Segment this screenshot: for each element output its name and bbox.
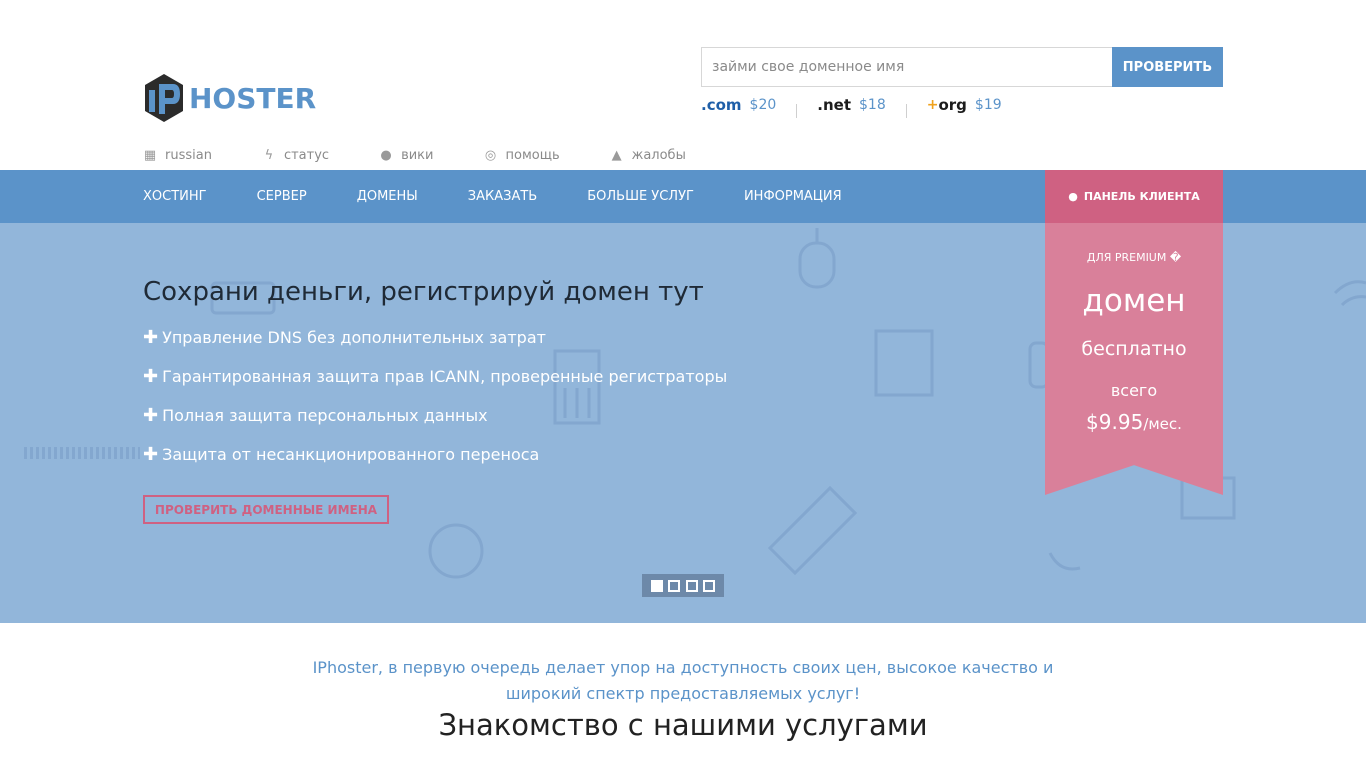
tld-name: .net [817, 96, 851, 114]
util-label: статус [283, 148, 330, 163]
lightning-icon: ϟ [264, 147, 274, 163]
nav-hosting[interactable]: ХОСТИНГ [143, 189, 207, 204]
nav-domains[interactable]: ДОМЕНЫ [357, 189, 418, 204]
divider [796, 104, 798, 118]
util-status[interactable]: ϟ статус [262, 148, 329, 163]
slide-dot-4[interactable] [702, 579, 715, 592]
ribbon-premium-label: ДЛЯ PREMIUM � [1086, 251, 1182, 264]
hero-feature: ✚ Гарантированная защита прав ICANN, про… [143, 366, 727, 387]
tld-price: $18 [859, 97, 886, 113]
hero-feature: ✚ Управление DNS без дополнительных затр… [143, 327, 546, 348]
main-nav-items: ХОСТИНГ СЕРВЕР ДОМЕНЫ ЗАКАЗАТЬ БОЛЬШЕ УС… [143, 170, 892, 223]
util-label: помощь [505, 148, 560, 163]
feature-text: Управление DNS без дополнительных затрат [162, 328, 546, 347]
tld-price: $19 [974, 97, 1002, 113]
intro-text: IPhoster, в первую очередь делает упор н… [312, 658, 1054, 703]
ribbon-price: $9.95/мес. [1045, 410, 1223, 434]
ribbon-free: бесплатно [1081, 338, 1187, 360]
util-label: вики [401, 148, 434, 163]
tld-net[interactable]: .net $18 [817, 96, 885, 114]
language-icon: ▦ [143, 147, 157, 163]
nav-server[interactable]: СЕРВЕР [257, 189, 307, 204]
tld-prices: .com $20 .net $18 + org $19 [701, 93, 1002, 118]
utility-nav: ▦ russian ϟ статус ● вики ◎ помощь ▲ жал… [143, 148, 736, 163]
feature-text: Гарантированная защита прав ICANN, прове… [162, 367, 728, 386]
util-wiki[interactable]: ● вики [379, 148, 433, 163]
util-help[interactable]: ◎ помощь [483, 147, 560, 163]
tld-name: org [938, 96, 967, 114]
divider [905, 104, 907, 118]
hero-feature: ✚ Защита от несанкционированного перенос… [143, 444, 539, 465]
plus-icon: ✚ [143, 327, 159, 348]
nav-more-services[interactable]: БОЛЬШЕ УСЛУГ [587, 189, 694, 204]
feature-text: Полная защита персональных данных [162, 406, 488, 425]
util-language[interactable]: ▦ russian [143, 148, 212, 163]
ribbon-total-label: всего [1110, 381, 1158, 400]
logo[interactable]: HOSTER [143, 72, 316, 124]
user-icon: ● [1068, 190, 1078, 203]
org-plus-icon: + [926, 97, 939, 113]
tld-org[interactable]: + org $19 [927, 96, 1002, 114]
client-panel-button[interactable]: ● ПАНЕЛЬ КЛИЕНТА [1045, 170, 1223, 223]
lifebuoy-icon: ◎ [484, 147, 497, 163]
tld-name: .com [701, 96, 742, 114]
ribbon-price-period: /мес. [1143, 415, 1182, 433]
services-heading: Знакомство с нашими услугами [438, 708, 928, 742]
tld-price: $20 [749, 97, 777, 113]
premium-ribbon[interactable]: ДЛЯ PREMIUM � домен бесплатно всего $9.9… [1045, 223, 1223, 495]
nav-order[interactable]: ЗАКАЗАТЬ [468, 189, 537, 204]
slide-dot-1[interactable] [651, 579, 664, 592]
domain-search-input[interactable] [701, 47, 1112, 87]
page: HOSTER ПРОВЕРИТЬ .com $20 .net $18 + org… [0, 0, 1366, 768]
plus-icon: ✚ [143, 366, 159, 387]
ribbon-domain: домен [1082, 283, 1186, 319]
hero-feature: ✚ Полная защита персональных данных [143, 405, 488, 426]
plus-icon: ✚ [143, 444, 159, 465]
logo-mark-icon [145, 74, 183, 122]
hero-title: Сохрани деньги, регистрируй домен тут [143, 277, 704, 307]
tld-com[interactable]: .com $20 [701, 96, 776, 114]
logo-text: HOSTER [189, 81, 317, 115]
check-domain-button[interactable]: ПРОВЕРИТЬ [1112, 47, 1223, 87]
util-label: russian [165, 148, 212, 163]
client-panel-label: ПАНЕЛЬ КЛИЕНТА [1083, 190, 1200, 203]
check-domains-button[interactable]: ПРОВЕРИТЬ ДОМЕННЫЕ ИМЕНА [143, 495, 389, 524]
slide-dot-2[interactable] [668, 579, 681, 592]
feature-text: Защита от несанкционированного переноса [162, 445, 540, 464]
util-label: жалобы [631, 148, 686, 163]
nav-information[interactable]: ИНФОРМАЦИЯ [744, 189, 842, 204]
plus-icon: ✚ [143, 405, 159, 426]
domain-search: ПРОВЕРИТЬ [701, 47, 1223, 87]
warning-icon: ▲ [611, 147, 622, 163]
ribbon-price-value: $9.95 [1086, 410, 1144, 434]
globe-icon: ● [380, 147, 392, 163]
slide-dot-3[interactable] [685, 579, 698, 592]
slider-pagination [642, 574, 724, 597]
util-complaints[interactable]: ▲ жалобы [610, 148, 686, 163]
